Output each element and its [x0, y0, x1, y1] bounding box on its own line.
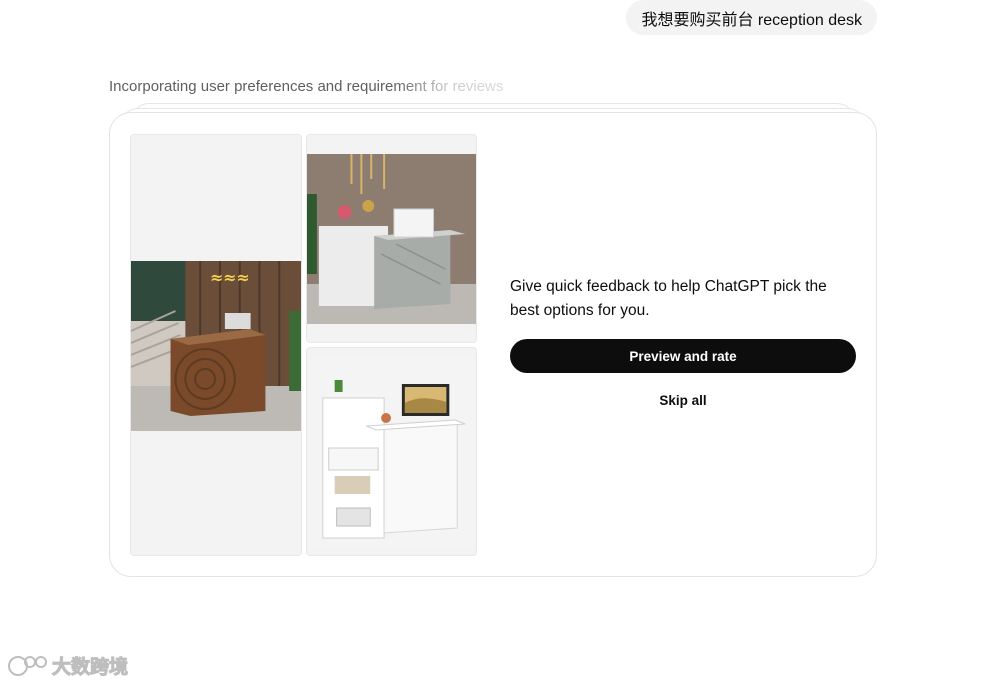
preview-and-rate-button[interactable]: Preview and rate: [510, 339, 856, 373]
feedback-prompt-text: Give quick feedback to help ChatGPT pick…: [510, 278, 827, 319]
watermark-text: 大数跨境: [51, 656, 129, 679]
watermark: 大数跨境: [8, 652, 129, 679]
chat-page: 我想要购买前台 reception desk Incorporating use…: [0, 0, 999, 686]
assistant-status-text: Incorporating user preferences and requi…: [109, 78, 504, 95]
watermark-logo-icon: [8, 655, 47, 676]
product-image-tile[interactable]: [306, 134, 477, 343]
user-message-text: 我想要购买前台 reception desk: [641, 11, 862, 29]
product-image-tile[interactable]: [306, 347, 477, 556]
product-feedback-card: ≈≈≈ Give quick feedback to help ChatGPT …: [109, 112, 877, 577]
white-shelf-reception-desk-image: [307, 358, 476, 548]
product-image-tile[interactable]: ≈≈≈: [130, 134, 302, 556]
user-message-bubble: 我想要购买前台 reception desk: [626, 0, 877, 35]
wood-reception-desk-image: ≈≈≈: [131, 261, 301, 431]
svg-text:≈≈≈: ≈≈≈: [210, 268, 250, 287]
skip-all-button[interactable]: Skip all: [510, 388, 856, 412]
marble-white-reception-desk-image: [307, 154, 476, 324]
